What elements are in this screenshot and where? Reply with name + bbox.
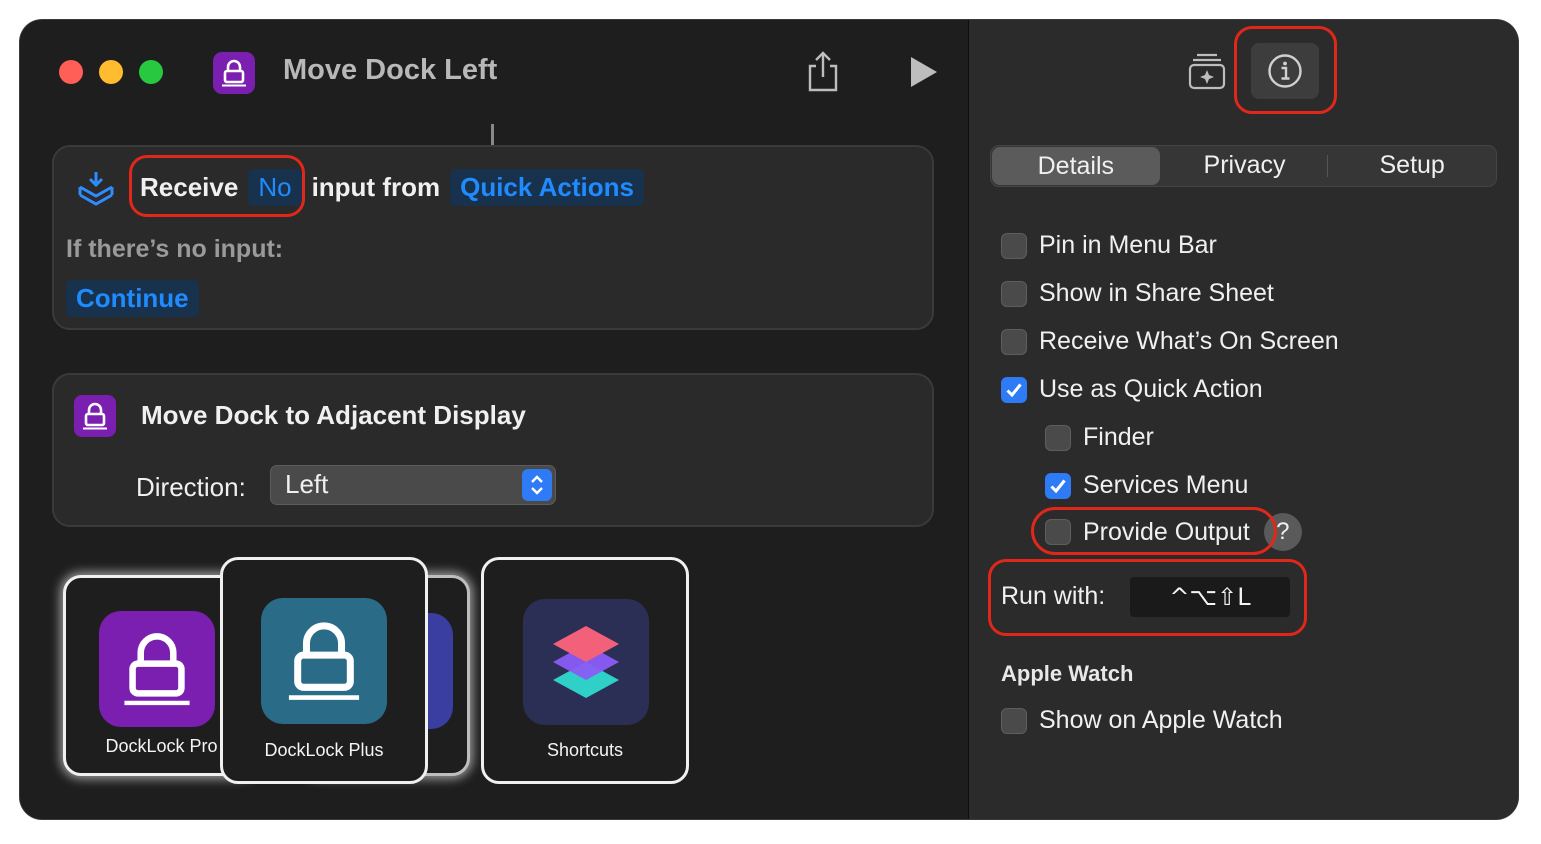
input-source-token[interactable]: Quick Actions [450,169,644,206]
app-tile-shortcuts[interactable]: Shortcuts [481,557,689,784]
direction-value: Left [285,469,329,499]
lock-icon [83,402,107,430]
run-button[interactable] [906,54,940,90]
checkbox[interactable] [1045,519,1071,545]
no-input-action-token[interactable]: Continue [66,280,199,317]
tab-setup[interactable]: Setup [1328,146,1496,186]
checkmark-icon [1050,479,1066,493]
receive-row: Receive No input from Quick Actions [140,169,644,206]
zoom-window-button[interactable] [139,60,163,84]
help-button[interactable]: ? [1263,513,1302,551]
window-title: Move Dock Left [283,54,498,86]
checkbox[interactable] [1001,280,1027,307]
input-type-token[interactable]: No [248,169,302,206]
option-share-sheet[interactable]: Show in Share Sheet [1001,279,1274,308]
option-pin-menu-bar[interactable]: Pin in Menu Bar [1001,231,1217,260]
app-tile-label: Shortcuts [546,740,624,760]
option-finder[interactable]: Finder [1045,423,1154,452]
option-label: Provide Output [1083,517,1250,546]
option-receive-on-screen[interactable]: Receive What’s On Screen [1001,327,1339,356]
option-label: Show in Share Sheet [1039,279,1274,307]
minimize-window-button[interactable] [99,60,123,84]
receive-input-action[interactable]: Receive No input from Quick Actions If t… [52,145,934,330]
option-provide-output[interactable]: Provide Output ? [1045,513,1302,551]
run-with-label: Run with: [1001,582,1106,610]
input-from-label: input from [311,172,441,202]
option-label: Pin in Menu Bar [1039,231,1217,259]
option-label: Show on Apple Watch [1039,706,1283,734]
tab-privacy[interactable]: Privacy [1161,146,1329,186]
checkmark-icon [1006,383,1022,397]
direction-select[interactable]: Left [270,465,556,505]
chevron-up-down-icon [522,469,552,501]
tab-details[interactable]: Details [992,147,1160,185]
receive-label: Receive [140,172,239,202]
close-window-button[interactable] [59,60,83,84]
inspector-tabs: Details Privacy Setup [990,145,1497,187]
option-label: Receive What’s On Screen [1039,327,1339,355]
checkbox-checked[interactable] [1045,472,1071,499]
tab-privacy-label: Privacy [1203,151,1286,179]
shortcuts-app-icon [523,599,649,725]
keyboard-shortcut-field[interactable]: ^⌥⇧L [1130,577,1290,617]
docklock-pro-icon [99,611,215,727]
library-sparkle-icon [1188,53,1226,90]
inspector-pane: Details Privacy Setup Pin in Menu Bar Sh… [968,20,1518,819]
option-label: Use as Quick Action [1039,375,1263,403]
shortcut-icon[interactable] [213,52,255,94]
docklock-plus-icon [261,598,387,724]
move-dock-action[interactable]: Move Dock to Adjacent Display Direction:… [52,373,934,527]
docklock-action-icon [74,395,116,437]
checkbox[interactable] [1001,328,1027,355]
checkbox[interactable] [1001,232,1027,259]
action-library-button[interactable] [1187,51,1227,91]
lock-icon [222,59,246,87]
option-label: Finder [1083,423,1154,451]
checkbox[interactable] [1045,424,1071,451]
flow-connector [491,124,494,146]
editor-pane: Move Dock Left Receive No input from Qui… [20,20,968,819]
app-tile-docklock-plus[interactable]: DockLock Plus [220,557,428,784]
checkbox-checked[interactable] [1001,376,1027,403]
option-services-menu[interactable]: Services Menu [1045,471,1248,500]
no-input-label: If there’s no input: [66,235,284,263]
option-quick-action[interactable]: Use as Quick Action [1001,375,1263,404]
action-title: Move Dock to Adjacent Display [141,400,526,430]
shortcuts-window: Move Dock Left Receive No input from Qui… [20,20,1518,819]
apple-watch-heading: Apple Watch [1001,661,1134,686]
direction-label: Direction: [136,472,246,502]
option-label: Services Menu [1083,471,1249,499]
receive-icon [76,169,116,213]
play-icon [911,57,937,87]
option-apple-watch[interactable]: Show on Apple Watch [1001,706,1283,735]
app-tile-label: DockLock Plus [264,740,384,760]
share-button[interactable] [803,50,843,94]
info-icon [1268,54,1302,88]
checkbox[interactable] [1001,707,1027,734]
details-info-button[interactable] [1251,43,1319,99]
share-icon [808,51,838,92]
